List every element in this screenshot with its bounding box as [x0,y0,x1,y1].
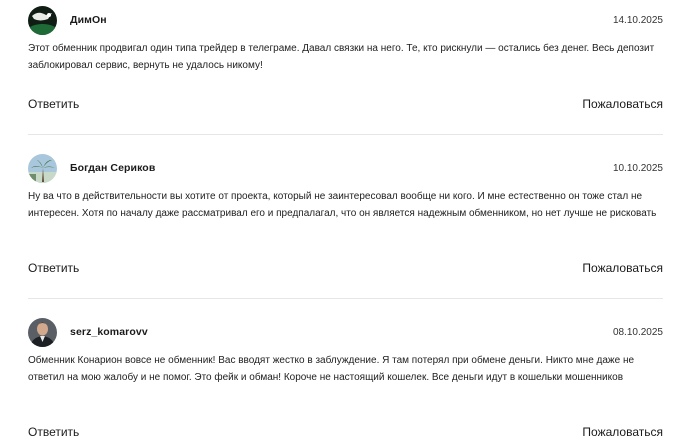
avatar-palm-tree-photo-icon [28,153,57,183]
avatar-man-portrait-photo-icon [28,317,57,347]
comment-text: Обменник Конарион вовсе не обменник! Вас… [28,355,635,383]
comment-header: ДимОн 14.10.2025 [28,5,663,35]
comment-author: Богдан Сериков [70,162,156,174]
comment-header: Богдан Сериков 10.10.2025 [28,153,663,183]
avatar[interactable] [28,153,57,183]
comment-date: 10.10.2025 [612,162,663,174]
avatar[interactable] [28,317,57,347]
report-button[interactable]: Пожаловаться [582,97,663,111]
comments-list: ДимОн 14.10.2025 Этот обменник продвигал… [0,0,675,440]
comment-item: ДимОн 14.10.2025 Этот обменник продвигал… [28,5,663,111]
comment-actions: Ответить Пожаловаться [28,261,663,275]
comment-actions: Ответить Пожаловаться [28,97,663,111]
comment-divider [28,134,663,135]
comment-divider [28,298,663,299]
comment-item: serz_komarovv 08.10.2025 Обменник Конари… [28,317,663,439]
comment-text: Ну ва что в действительности вы хотите о… [28,191,657,219]
comment-item: Богдан Сериков 10.10.2025 Ну ва что в де… [28,153,663,275]
comment-date: 14.10.2025 [612,14,663,26]
avatar[interactable] [28,5,57,35]
comment-actions: Ответить Пожаловаться [28,425,663,439]
comment-date: 08.10.2025 [612,326,663,338]
reply-button[interactable]: Ответить [28,261,79,275]
report-button[interactable]: Пожаловаться [582,425,663,439]
comment-header: serz_komarovv 08.10.2025 [28,317,663,347]
report-button[interactable]: Пожаловаться [582,261,663,275]
comment-author: serz_komarovv [70,326,148,338]
avatar-dark-green-photo-icon [28,5,57,35]
comment-text: Этот обменник продвигал один типа трейде… [28,43,655,71]
comment-author: ДимОн [70,14,107,26]
reply-button[interactable]: Ответить [28,97,79,111]
reply-button[interactable]: Ответить [28,425,79,439]
